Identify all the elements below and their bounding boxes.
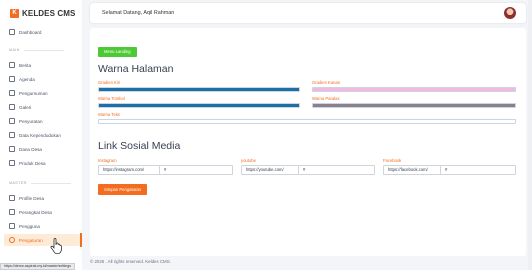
button-color-input[interactable] bbox=[98, 103, 300, 108]
sidebar-item-label: Pengumuman bbox=[19, 90, 48, 96]
gradient-right-color-input[interactable] bbox=[312, 87, 516, 92]
sidebar-item-label: Dana Desa bbox=[19, 146, 42, 152]
status-bar-url: https://demo.aspirak.my.id/master/settin… bbox=[0, 263, 76, 270]
topbar: Selamat Datang, Aqil Rahman bbox=[90, 3, 526, 23]
youtube-prefix: https://youtube.com/ bbox=[241, 165, 299, 175]
sidebar-item-berita[interactable]: Berita bbox=[9, 60, 31, 70]
hand-cursor-icon bbox=[50, 238, 62, 254]
gear-icon bbox=[9, 237, 15, 243]
box-icon bbox=[9, 160, 15, 166]
brand-name: KELDES CMS bbox=[22, 9, 76, 18]
menu-landing-button[interactable]: Menu Landing bbox=[98, 47, 137, 57]
settings-panel: Menu Landing Warna Halaman Gradien Kiri … bbox=[90, 28, 526, 256]
sidebar-item-agenda[interactable]: Agenda bbox=[9, 74, 35, 84]
sidebar-item-data-kependudukan[interactable]: Data Kependudukan bbox=[9, 130, 61, 140]
sidebar-item-label: Berita bbox=[19, 62, 32, 68]
sidebar-item-pengguna[interactable]: Pengguna bbox=[9, 221, 40, 231]
sidebar: K KELDES CMS Dashboard MAIN Berita Agend… bbox=[0, 0, 82, 270]
sidebar-item-label: Penyuratan bbox=[19, 118, 43, 124]
user-icon bbox=[9, 223, 15, 229]
sidebar-item-label: Perangkat Desa bbox=[19, 209, 52, 215]
sidebar-item-produk-desa[interactable]: Produk Desa bbox=[9, 158, 46, 168]
sidebar-item-pengaturan[interactable]: Pengaturan bbox=[4, 234, 80, 246]
footer-copyright: © 2025 . All rights reserved. Keldes CMS… bbox=[90, 259, 171, 264]
text-color-input[interactable] bbox=[98, 119, 516, 124]
text-color-label: Warna Teks bbox=[98, 112, 120, 117]
sidebar-item-label: Pengguna bbox=[19, 223, 40, 229]
avatar[interactable] bbox=[504, 7, 516, 19]
facebook-label: Facebook bbox=[383, 158, 402, 163]
sidebar-item-dashboard[interactable]: Dashboard bbox=[9, 27, 41, 37]
image-icon bbox=[9, 104, 15, 110]
newspaper-icon bbox=[9, 62, 15, 68]
sidebar-item-penyuratan[interactable]: Penyuratan bbox=[9, 116, 43, 126]
sidebar-item-profile-desa[interactable]: Profile Desa bbox=[9, 193, 44, 203]
sidebar-item-label: Produk Desa bbox=[19, 160, 46, 166]
sidebar-item-galeri[interactable]: Galeri bbox=[9, 102, 31, 112]
wallet-icon bbox=[9, 146, 15, 152]
save-settings-button[interactable]: Simpan Pengaturan bbox=[98, 184, 148, 195]
youtube-label: youtube bbox=[241, 158, 256, 163]
social-section-title: Link Sosial Media bbox=[98, 140, 181, 152]
sidebar-item-label: Profile Desa bbox=[19, 195, 45, 201]
facebook-input[interactable]: # bbox=[440, 165, 516, 175]
home-icon bbox=[9, 29, 15, 35]
button-color-label: Warna Tombol bbox=[98, 96, 125, 101]
instagram-prefix: https://instagram.com/ bbox=[98, 165, 160, 175]
mail-icon bbox=[9, 118, 15, 124]
gradient-left-label: Gradien Kiri bbox=[98, 80, 121, 85]
sidebar-item-label: Data Kependudukan bbox=[19, 132, 61, 138]
team-icon bbox=[9, 209, 15, 215]
sidebar-item-pengumuman[interactable]: Pengumuman bbox=[9, 88, 48, 98]
gradient-left-color-input[interactable] bbox=[98, 87, 300, 92]
youtube-input[interactable]: # bbox=[298, 165, 375, 175]
facebook-prefix: https://facebook.com/ bbox=[383, 165, 441, 175]
colors-section-title: Warna Halaman bbox=[98, 63, 174, 75]
active-indicator bbox=[80, 233, 82, 247]
sidebar-item-label: Pengaturan bbox=[19, 237, 43, 243]
parallax-color-input[interactable] bbox=[312, 103, 516, 108]
calendar-icon bbox=[9, 76, 15, 82]
users-icon bbox=[9, 132, 15, 138]
section-label-main: MAIN bbox=[9, 48, 64, 52]
scrollbar[interactable] bbox=[528, 0, 532, 270]
greeting: Selamat Datang, Aqil Rahman bbox=[102, 10, 175, 16]
megaphone-icon bbox=[9, 90, 15, 96]
sidebar-item-dana-desa[interactable]: Dana Desa bbox=[9, 144, 42, 154]
parallax-color-label: Warna Paralax bbox=[312, 96, 340, 101]
sidebar-item-label: Agenda bbox=[19, 76, 35, 82]
gradient-right-label: Gradien Kanan bbox=[312, 80, 341, 85]
sidebar-item-perangkat-desa[interactable]: Perangkat Desa bbox=[9, 207, 52, 217]
sidebar-item-label: Dashboard bbox=[19, 29, 42, 35]
instagram-input[interactable]: # bbox=[159, 165, 233, 175]
profile-icon bbox=[9, 195, 15, 201]
section-label-master: MASTER bbox=[9, 181, 71, 185]
instagram-label: Instagram bbox=[98, 158, 117, 163]
brand[interactable]: K KELDES CMS bbox=[10, 9, 75, 18]
sidebar-item-label: Galeri bbox=[19, 104, 32, 110]
brand-logo: K bbox=[10, 9, 19, 18]
